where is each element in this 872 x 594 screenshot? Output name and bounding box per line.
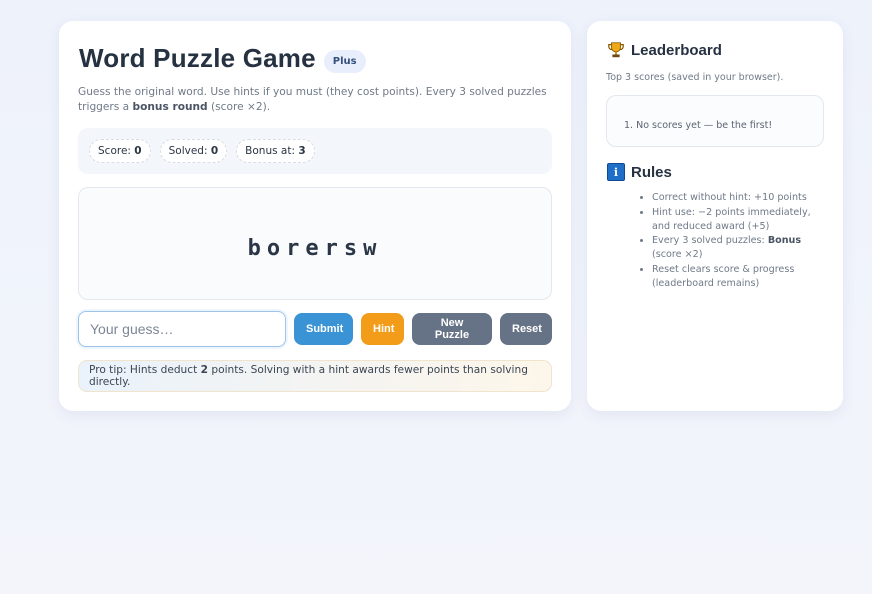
list-item: 1. No scores yet — be the first! [624,120,773,131]
solved-label: Solved: [168,145,208,157]
new-puzzle-button[interactable]: New Puzzle [412,313,492,345]
leaderboard-list-box: 1. No scores yet — be the first! [606,95,824,147]
bonus-pill: Bonus at: 3 [236,139,315,163]
rule-item-text: Every 3 solved puzzles: [652,235,768,246]
sidebar-card: Leaderboard Top 3 scores (saved in your … [587,21,843,411]
rule-item-tail: (score ×2) [652,249,703,260]
rule-item: Every 3 solved puzzles: Bonus (score ×2) [652,234,827,262]
title-row: Word Puzzle Game Plus [79,43,366,74]
tip-text: Pro tip: Hints deduct 2 points. Solving … [89,364,551,388]
hint-button[interactable]: Hint [361,313,404,345]
bonus-value: 3 [298,145,306,157]
game-description: Guess the original word. Use hints if yo… [78,85,556,115]
rule-item-bonus: Bonus [767,235,802,246]
trophy-icon [608,42,624,58]
leaderboard-subtitle: Top 3 scores (saved in your browser). [606,72,784,83]
guess-input[interactable] [78,311,286,347]
submit-button[interactable]: Submit [294,313,353,345]
rule-item: Reset clears score & progress (leaderboa… [652,263,827,291]
page-title: Word Puzzle Game [79,43,316,73]
leaderboard-header: Leaderboard [607,41,722,59]
solved-pill: Solved: 0 [159,139,228,163]
game-card: Word Puzzle Game Plus Guess the original… [59,21,571,411]
leaderboard-title: Leaderboard [631,41,722,59]
puzzle-panel: borersw [78,187,552,300]
score-value: 0 [134,145,142,157]
rules-title: Rules [631,163,672,181]
rule-item: Correct without hint: +10 points [652,191,827,205]
solved-value: 0 [210,145,219,157]
stats-bar: Score: 0 Solved: 0 Bonus at: 3 [78,128,552,174]
controls-row: Submit Hint New Puzzle Reset [78,311,552,347]
pro-tip: Pro tip: Hints deduct 2 points. Solving … [78,360,552,392]
description-end: (score ×2). [207,101,271,113]
tip-points: 2 [200,364,208,376]
rules-list: Correct without hint: +10 points Hint us… [652,191,827,291]
rules-header: i Rules [607,163,672,181]
tip-pre: Pro tip: Hints deduct [89,364,201,376]
rule-item: Hint use: −2 points immediately, and red… [652,206,827,234]
reset-button[interactable]: Reset [500,313,552,345]
info-icon: i [607,163,625,181]
description-bonus: bonus round [132,101,208,113]
score-label: Score: [98,145,131,157]
leaderboard-list: 1. No scores yet — be the first! [624,120,772,131]
bonus-label: Bonus at: [245,145,295,157]
plus-badge: Plus [323,50,366,73]
score-pill: Score: 0 [89,139,151,163]
scrambled-word: borersw [247,235,383,261]
